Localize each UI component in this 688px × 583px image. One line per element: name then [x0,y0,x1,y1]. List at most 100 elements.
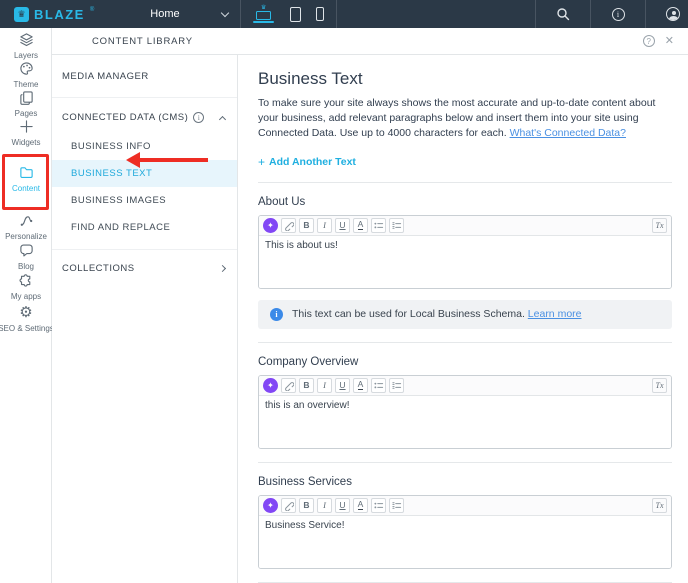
tablet-preview-icon[interactable] [290,7,301,22]
underline-button[interactable]: U [335,218,350,233]
section-divider [258,182,672,183]
underline-button[interactable]: U [335,378,350,393]
plus-icon: + [258,155,265,169]
crown-icon: ♛ [261,5,266,11]
add-another-text-link[interactable]: + Add Another Text [258,155,356,169]
rich-text-editor-company-overview: ✦ B I U A Tx this is an overview! [258,375,672,449]
company-overview-textarea[interactable]: this is an overview! [259,396,671,448]
help-icon[interactable]: ? [643,35,655,47]
mobile-preview-icon[interactable] [316,7,324,21]
bullet-list-icon[interactable] [371,498,386,513]
nav-item-business-images[interactable]: BUSINESS IMAGES [52,187,237,214]
ai-assistant-button[interactable]: ✦ [263,498,278,513]
layers-icon [19,31,34,48]
bold-button[interactable]: B [299,378,314,393]
nav-divider [52,241,237,250]
speech-bubble-icon [19,242,34,259]
nav-item-business-info[interactable]: BUSINESS INFO [52,133,237,160]
editor-toolbar: ✦ B I U A Tx [259,376,671,396]
whats-connected-data-link[interactable]: What's Connected Data? [510,127,626,139]
text-color-button[interactable]: A [353,378,368,393]
page-dropdown[interactable]: Home [150,8,227,20]
account-icon[interactable] [658,0,688,28]
section-divider [258,342,672,343]
search-icon[interactable] [548,0,578,28]
blaze-logo-text: BLAZE [34,7,85,22]
sidebar-item-blog[interactable]: Blog [0,242,52,271]
topbar-divider [645,0,646,28]
topbar-right-actions: i [523,0,688,28]
nav-section-collections[interactable]: COLLECTIONS [52,250,237,286]
info-icon[interactable]: i [603,0,633,28]
sidebar-item-pages[interactable]: Pages [0,89,52,118]
personalize-icon [19,212,34,229]
gear-icon: ⚙ [19,304,32,321]
chevron-down-icon [220,8,228,16]
top-bar: ♛ BLAZE ® Home ♛ [0,0,688,28]
bold-button[interactable]: B [299,218,314,233]
about-us-textarea[interactable]: This is about us! [259,236,671,288]
topbar-divider [336,0,337,28]
nav-item-find-and-replace[interactable]: FIND AND REPLACE [52,214,237,241]
blaze-logo-icon: ♛ [14,7,29,22]
field-label-business-services: Business Services [258,476,672,488]
nav-section-connected-data[interactable]: CONNECTED DATA (CMS) i [52,98,237,133]
rich-text-editor-business-services: ✦ B I U A Tx Business Service! [258,495,672,569]
italic-button[interactable]: I [317,218,332,233]
editor-toolbar: ✦ B I U A Tx [259,216,671,236]
content-library-nav: MEDIA MANAGER CONNECTED DATA (CMS) i BUS… [52,55,238,583]
text-color-button[interactable]: A [353,498,368,513]
ai-assistant-button[interactable]: ✦ [263,218,278,233]
page-dropdown-label: Home [150,8,179,20]
sidebar-item-theme[interactable]: Theme [0,60,52,89]
numbered-list-icon[interactable] [389,378,404,393]
theme-palette-icon [19,60,34,77]
chevron-up-icon [219,115,226,122]
nav-item-business-text[interactable]: BUSINESS TEXT [52,160,237,187]
link-icon[interactable] [281,218,296,233]
sidebar-item-personalize[interactable]: Personalize [0,212,52,241]
topbar-divider [535,0,536,28]
bullet-list-icon[interactable] [371,218,386,233]
sidebar-item-content[interactable]: Content [0,164,52,193]
close-icon[interactable]: ✕ [665,36,674,47]
topbar-divider [240,0,241,28]
clear-formatting-button[interactable]: Tx [652,378,667,393]
link-icon[interactable] [281,498,296,513]
sidebar-item-my-apps[interactable]: My apps [0,272,52,301]
text-color-button[interactable]: A [353,218,368,233]
bold-button[interactable]: B [299,498,314,513]
puzzle-icon [19,272,34,289]
numbered-list-icon[interactable] [389,498,404,513]
sidebar-item-seo-settings[interactable]: ⚙ SEO & Settings [0,304,52,333]
nav-item-media-manager[interactable]: MEDIA MANAGER [52,55,237,98]
info-icon[interactable]: i [193,112,204,123]
panel-title: CONTENT LIBRARY [92,36,193,47]
schema-notice: i This text can be used for Local Busine… [258,300,672,329]
chevron-right-icon [219,265,226,272]
desktop-preview-icon[interactable]: ♛ [253,5,275,23]
sidebar-item-layers[interactable]: Layers [0,31,52,60]
bullet-list-icon[interactable] [371,378,386,393]
blaze-logo[interactable]: ♛ BLAZE ® [14,7,94,22]
device-preview-switcher: ♛ [253,5,324,23]
page-title: Business Text [258,69,672,89]
link-icon[interactable] [281,378,296,393]
app-window: ♛ BLAZE ® Home ♛ [0,0,688,583]
section-divider [258,462,672,463]
rich-text-editor-about-us: ✦ B I U A Tx This is about us! [258,215,672,289]
page-description: To make sure your site always shows the … [258,96,672,142]
clear-formatting-button[interactable]: Tx [652,498,667,513]
italic-button[interactable]: I [317,378,332,393]
pages-icon [19,89,34,106]
learn-more-link[interactable]: Learn more [528,308,582,320]
trademark-mark: ® [90,7,94,13]
italic-button[interactable]: I [317,498,332,513]
sidebar-item-widgets[interactable]: Widgets [0,118,52,147]
underline-button[interactable]: U [335,498,350,513]
folder-icon [19,164,34,181]
numbered-list-icon[interactable] [389,218,404,233]
clear-formatting-button[interactable]: Tx [652,218,667,233]
ai-assistant-button[interactable]: ✦ [263,378,278,393]
business-services-textarea[interactable]: Business Service! [259,516,671,568]
